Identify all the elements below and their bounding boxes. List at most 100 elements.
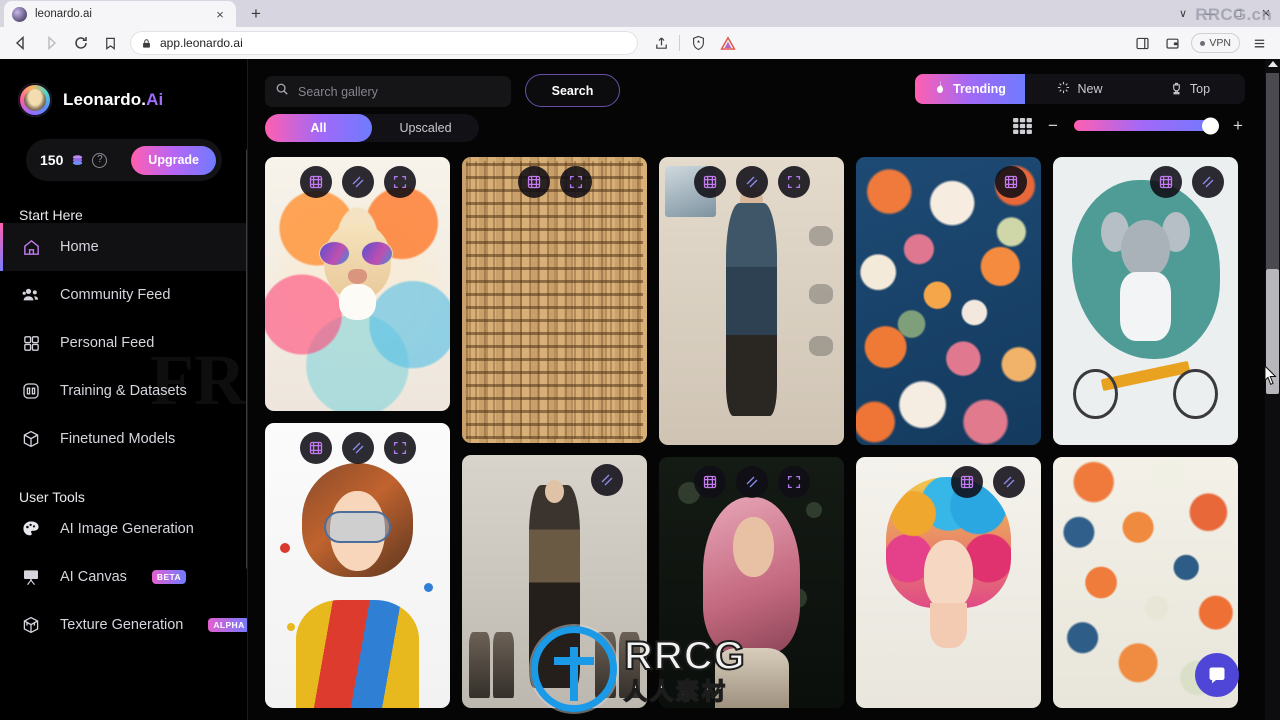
grid-density-icon[interactable]: [1013, 117, 1032, 134]
tab-new[interactable]: New: [1025, 74, 1135, 104]
remix-icon[interactable]: [1150, 166, 1182, 198]
gallery-card-candy-hair-portrait[interactable]: [856, 457, 1041, 708]
sidebar-item-training-datasets[interactable]: Training & Datasets: [0, 367, 247, 415]
chevron-down-icon[interactable]: ∨: [1170, 0, 1196, 27]
scrollbar-track[interactable]: [1266, 73, 1279, 269]
vpn-button[interactable]: VPN: [1191, 33, 1241, 53]
search-field-wrapper[interactable]: [265, 76, 511, 107]
upscale-icon[interactable]: [341, 166, 374, 198]
card-action-buttons: [659, 466, 844, 498]
brave-leo-icon[interactable]: [713, 30, 743, 56]
back-icon[interactable]: [6, 30, 36, 56]
fullscreen-icon[interactable]: [777, 466, 810, 498]
upgrade-button[interactable]: Upgrade: [131, 145, 216, 175]
sidebar-item-texture-generation[interactable]: Texture Generation ALPHA: [0, 601, 247, 649]
brand-logo-area[interactable]: Leonardo.Ai: [0, 59, 247, 117]
card-artwork: [1053, 157, 1238, 445]
maximize-button[interactable]: □: [1224, 0, 1252, 27]
sidebar-item-ai-image-generation[interactable]: AI Image Generation: [0, 505, 247, 553]
tab-all[interactable]: All: [265, 114, 372, 142]
zoom-slider[interactable]: [1074, 117, 1219, 134]
upscale-icon[interactable]: [591, 464, 623, 496]
gallery-column: [1053, 157, 1238, 708]
fullscreen-icon[interactable]: [559, 166, 592, 198]
gallery-card-koala-riding-bicycle[interactable]: [1053, 157, 1238, 445]
address-bar[interactable]: app.leonardo.ai: [130, 31, 639, 55]
sidebar-item-personal-feed[interactable]: Personal Feed: [0, 319, 247, 367]
card-artwork: [659, 157, 844, 445]
upscale-icon[interactable]: [341, 432, 374, 464]
browser-menu-icon[interactable]: [1244, 30, 1274, 56]
url-text: app.leonardo.ai: [160, 36, 243, 50]
bookmark-icon[interactable]: [96, 30, 124, 56]
easel-icon: [20, 566, 42, 588]
search-input[interactable]: [298, 84, 501, 99]
remix-icon[interactable]: [299, 166, 332, 198]
sidebar-item-label: Community Feed: [60, 287, 171, 303]
gallery-card-girl-with-blue-glasses[interactable]: [265, 423, 450, 708]
wallet-icon[interactable]: [1157, 30, 1187, 56]
upscale-icon[interactable]: [735, 466, 768, 498]
vpn-label: VPN: [1209, 37, 1232, 49]
art-detail: [469, 632, 490, 698]
browser-tabstrip: leonardo.ai × + ∨ — □ ✕: [0, 0, 1280, 27]
remix-icon[interactable]: [693, 166, 726, 198]
close-icon[interactable]: ×: [212, 6, 228, 22]
help-circle-icon[interactable]: ?: [92, 152, 108, 168]
tab-top[interactable]: Top: [1135, 74, 1245, 104]
browser-tab[interactable]: leonardo.ai ×: [4, 1, 236, 27]
cube-icon: [20, 428, 42, 450]
remix-icon[interactable]: [299, 432, 332, 464]
sidebar-panel-icon[interactable]: [1127, 30, 1157, 56]
art-detail: [930, 602, 967, 648]
tab-upscaled[interactable]: Upscaled: [372, 114, 479, 142]
sidebar-item-home[interactable]: Home: [0, 223, 247, 271]
remix-icon[interactable]: [951, 466, 983, 498]
fullscreen-icon[interactable]: [383, 166, 416, 198]
close-window-button[interactable]: ✕: [1252, 0, 1280, 27]
gallery-card-pink-haired-fantasy-portrait[interactable]: [659, 457, 844, 708]
search-icon: [275, 82, 289, 101]
art-detail: [619, 632, 640, 698]
trophy-icon: [1170, 81, 1183, 98]
badge-alpha: ALPHA: [208, 618, 247, 632]
upscale-icon[interactable]: [735, 166, 768, 198]
zoom-in-button[interactable]: +: [1231, 117, 1245, 134]
gallery-card-blue-haired-warrior-sheet[interactable]: [659, 157, 844, 445]
remix-icon[interactable]: [517, 166, 550, 198]
gallery-column: [659, 157, 844, 708]
page-scrollbar[interactable]: [1265, 59, 1280, 720]
remix-icon[interactable]: [995, 166, 1027, 198]
upscale-icon[interactable]: [993, 466, 1025, 498]
gallery-card-colorful-lion-sunglasses[interactable]: [265, 157, 450, 411]
scroll-up-arrow-icon[interactable]: [1267, 61, 1278, 67]
sidebar-item-ai-canvas[interactable]: AI Canvas BETA: [0, 553, 247, 601]
gallery-grid: [248, 157, 1265, 720]
share-icon[interactable]: [646, 30, 676, 56]
art-detail: [808, 226, 833, 247]
fullscreen-icon[interactable]: [383, 432, 416, 464]
zoom-out-button[interactable]: −: [1046, 117, 1060, 134]
gallery-sort-tabs: Trending New Top: [915, 74, 1245, 104]
gallery-card-orange-floral-pattern-blue[interactable]: [856, 157, 1041, 445]
palette-icon: [20, 518, 42, 540]
gallery-card-dark-fantasy-woman-sheet[interactable]: [462, 455, 647, 708]
sidebar-item-finetuned-models[interactable]: Finetuned Models: [0, 415, 247, 463]
art-detail: [424, 582, 434, 592]
reload-icon[interactable]: [66, 30, 96, 56]
sidebar-item-community-feed[interactable]: Community Feed: [0, 271, 247, 319]
brave-shields-icon[interactable]: [683, 30, 713, 56]
tab-trending[interactable]: Trending: [915, 74, 1025, 104]
new-tab-button[interactable]: +: [242, 1, 270, 27]
card-action-buttons: [265, 166, 450, 198]
fullscreen-icon[interactable]: [777, 166, 810, 198]
search-button[interactable]: Search: [525, 74, 620, 107]
gallery-card-egyptian-hieroglyphs[interactable]: [462, 157, 647, 443]
art-detail: [287, 622, 296, 631]
zoom-slider-knob[interactable]: [1202, 117, 1219, 134]
remix-icon[interactable]: [693, 466, 726, 498]
intercom-chat-icon[interactable]: [1195, 653, 1239, 697]
minimize-button[interactable]: —: [1196, 0, 1224, 27]
upscale-icon[interactable]: [1192, 166, 1224, 198]
card-action-buttons: [265, 432, 450, 464]
